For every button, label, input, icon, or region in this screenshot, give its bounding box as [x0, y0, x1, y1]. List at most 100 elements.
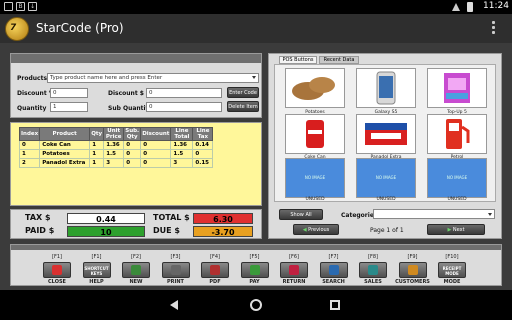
tab-recent-data[interactable]: Recent Data	[319, 56, 359, 64]
app-title: StarCode (Pro)	[36, 21, 124, 35]
paid-label: PAID $	[25, 226, 55, 235]
table-row[interactable]: 1 Potatoes 1 1.5 0 0 1.5 0	[18, 149, 214, 159]
pos-tile-unused[interactable]: NO IMAGE	[285, 158, 345, 198]
table-row[interactable]: 2 Panadol Extra 1 3 0 0 3 0.15	[18, 158, 214, 168]
chevron-down-icon[interactable]	[488, 213, 492, 216]
wifi-icon	[452, 3, 460, 11]
pos-tile-unused[interactable]: NO IMAGE	[356, 158, 416, 198]
col-header: Line Tax	[192, 127, 214, 141]
cell-unit-price: 1.36	[103, 140, 125, 150]
pos-tile-top-up-5[interactable]	[427, 68, 487, 108]
fkey-code: [F1]	[52, 254, 62, 260]
fkey-button-close[interactable]: [F1] CLOSE	[39, 254, 75, 285]
status-bar: B ↓ 11:24	[0, 0, 512, 14]
due-value: -3.70	[193, 226, 253, 237]
pay-icon	[240, 262, 269, 278]
fkey-label: CUSTOMERS	[395, 279, 430, 285]
enter-code-button[interactable]: Enter Code	[227, 87, 259, 98]
cell-qty: 1	[89, 149, 105, 159]
home-icon[interactable]	[250, 299, 262, 311]
fkey-code: [F9]	[407, 254, 418, 260]
tax-value: 0.44	[67, 213, 145, 224]
cell-line-tax: 0.14	[192, 140, 214, 150]
categories-select[interactable]	[373, 209, 495, 219]
col-header: Discount	[140, 127, 172, 141]
cell-discount: 0	[140, 158, 172, 168]
col-header: Qty	[89, 127, 105, 141]
fkey-button-help[interactable]: [F1] SHORTCUT KEYS HELP	[79, 254, 115, 285]
product-entry-panel: Products Type product name here and pres…	[10, 53, 262, 118]
fkey-icon-text: SHORTCUT KEYS	[84, 266, 109, 276]
fkey-button-customers[interactable]: [F9] CUSTOMERS	[395, 254, 431, 285]
tab-pos-buttons[interactable]: POS Buttons	[279, 56, 317, 64]
total-value: 6.30	[193, 213, 253, 224]
potato-icon	[292, 77, 335, 100]
cell-line-total: 1.5	[170, 149, 194, 159]
fkey-code: [F1]	[91, 254, 102, 260]
fkey-label: CLOSE	[48, 279, 66, 285]
fkey-button-sales[interactable]: [F8] SALES	[355, 254, 391, 285]
fuel-pump-icon	[446, 119, 470, 149]
status-time: 11:24	[483, 1, 509, 11]
fkey-code: [F2]	[131, 254, 141, 260]
next-button[interactable]: ▶ Next	[427, 224, 485, 235]
pos-tile-potatoes[interactable]	[285, 68, 345, 108]
recents-icon[interactable]	[330, 300, 340, 310]
phone-icon	[376, 71, 396, 105]
fkey-label: SALES	[364, 279, 382, 285]
no-image-icon: NO IMAGE	[446, 175, 468, 180]
fkey-button-return[interactable]: [F6] RETURN	[276, 254, 312, 285]
tile-label: UNUSED	[376, 197, 396, 202]
show-all-button[interactable]: Show All	[279, 209, 323, 220]
navigation-bar	[0, 290, 512, 320]
fkey-code: [F7]	[328, 254, 339, 260]
fkey-button-mode[interactable]: [F10] RECEIPT MODE MODE	[434, 254, 470, 285]
cell-product: Panadol Extra	[39, 158, 91, 168]
pos-tile-unused[interactable]: NO IMAGE	[427, 158, 487, 198]
products-input[interactable]: Type product name here and press Enter	[47, 73, 259, 83]
total-label: TOTAL $	[153, 213, 190, 222]
delete-item-button[interactable]: Delete Item	[227, 101, 259, 112]
fkey-button-search[interactable]: [F7] SEARCH	[316, 254, 352, 285]
quantity-input[interactable]: 1	[50, 102, 88, 112]
back-icon[interactable]	[170, 300, 178, 310]
due-label: DUE $	[153, 226, 180, 235]
items-table-panel: Index Product Qty Unit Price Sub. Qty Di…	[10, 122, 262, 206]
fkey-button-pay[interactable]: [F5] PAY	[237, 254, 273, 285]
sub-quantity-input[interactable]: 0	[146, 102, 222, 112]
toolbar-header	[11, 245, 501, 250]
cell-qty: 1	[89, 158, 105, 168]
printer-icon	[161, 262, 190, 278]
products-dropdown-icon[interactable]	[252, 76, 256, 79]
pos-panel: POS Buttons Recent Data Potatoes Galaxy …	[268, 53, 502, 239]
previous-label: Previous	[308, 227, 330, 233]
cell-discount: 0	[140, 140, 172, 150]
page-info: Page 1 of 1	[370, 227, 404, 234]
fkey-icon-text: RECEIPT MODE	[442, 266, 462, 276]
col-header: Index	[18, 127, 41, 141]
download-icon: ↓	[28, 2, 37, 11]
cell-product: Potatoes	[39, 149, 91, 159]
discount-amt-input[interactable]: 0	[146, 88, 222, 98]
pos-tile-coke-can[interactable]	[285, 114, 345, 154]
pos-tile-galaxy-s5[interactable]	[356, 68, 416, 108]
panel-header	[11, 54, 261, 63]
fkey-button-pdf[interactable]: [F4] PDF	[197, 254, 233, 285]
b-app-icon: B	[16, 2, 25, 11]
col-header: Product	[39, 127, 91, 141]
receipt-mode-icon: RECEIPT MODE	[438, 262, 466, 278]
shortcut-keys-icon: SHORTCUT KEYS	[82, 262, 111, 278]
table-row[interactable]: 0 Coke Can 1 1.36 0 0 1.36 0.14	[18, 140, 214, 150]
no-image-icon: NO IMAGE	[304, 175, 326, 180]
pos-tile-panadol-extra[interactable]	[356, 114, 416, 154]
previous-button[interactable]: ◀ Previous	[293, 224, 339, 235]
fkey-button-print[interactable]: [F3] PRINT	[158, 254, 194, 285]
col-header: Line Total	[170, 127, 194, 141]
discount-pct-input[interactable]: 0	[50, 88, 88, 98]
coke-can-icon	[306, 120, 324, 148]
fkey-button-new[interactable]: [F2] NEW	[118, 254, 154, 285]
overflow-menu-icon[interactable]	[490, 20, 496, 36]
topup-card-icon	[444, 73, 470, 103]
pos-tile-petrol[interactable]	[427, 114, 487, 154]
fkey-label: PRINT	[167, 279, 184, 285]
